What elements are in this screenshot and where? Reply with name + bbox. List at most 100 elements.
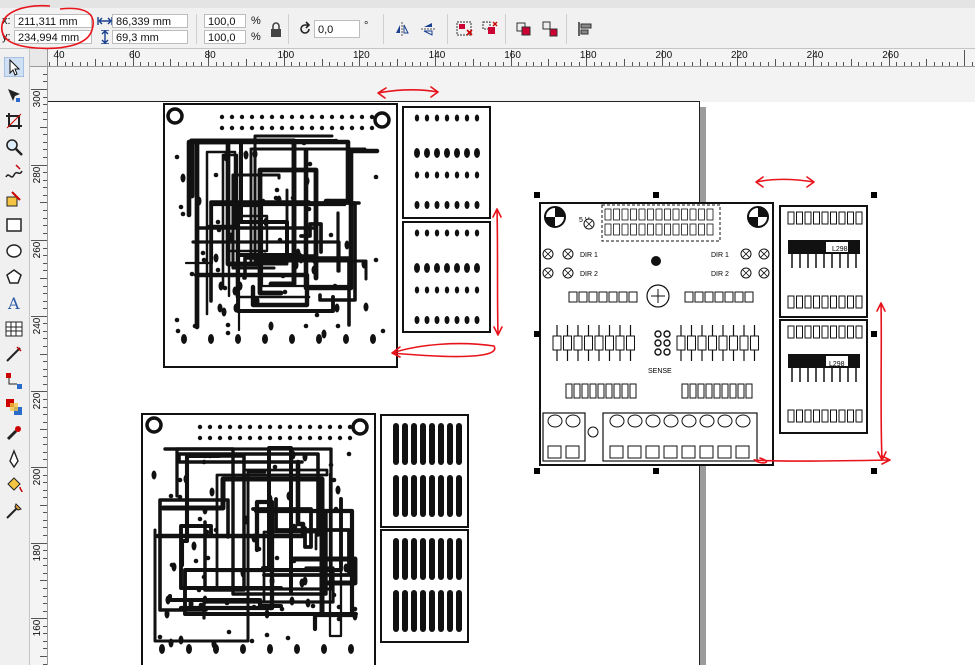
ungroup-icon[interactable] [482,21,498,37]
shape-tool-icon[interactable] [4,85,24,105]
ruler-tick [820,62,822,66]
ruler-tick [487,62,489,66]
dimension-tool-icon[interactable] [4,345,24,365]
scale-height-field[interactable]: 100,0 [204,30,246,44]
zoom-tool-icon[interactable] [4,137,24,157]
pad [249,125,255,131]
ruler-label: 300 [31,90,43,108]
align-distribute-icon[interactable] [577,21,593,37]
rotation-field[interactable]: 0,0 [314,20,360,38]
pad [268,321,274,331]
ruler-tick [261,62,263,66]
pad [474,286,480,294]
pad [191,541,197,551]
pad [213,172,219,178]
diode [563,335,572,351]
polygon-tool-icon[interactable] [4,267,24,287]
pad [302,452,308,462]
pin-header [813,211,820,225]
ruler-tick [43,285,47,287]
table-tool-icon[interactable] [4,319,24,339]
ellipse-tool-icon[interactable] [4,241,24,261]
separator-5 [505,14,506,44]
mirror-vertical-icon[interactable] [420,21,436,37]
outline-pen-icon[interactable] [4,449,24,469]
drawing-canvas[interactable]: 5 V DIR 1 DIR 2 DIR 1 DIR 2 SENSE L298 L… [48,67,975,665]
freehand-tool-icon[interactable] [4,163,24,183]
pad [237,281,243,291]
pad [328,462,334,468]
pad [181,334,187,344]
pcb-module-top-2[interactable] [402,221,491,333]
pad [277,237,283,243]
eyedropper-icon[interactable] [4,423,24,443]
blend-tool-icon[interactable] [4,397,24,417]
mirror-horizontal-icon[interactable] [394,21,410,37]
combine-icon[interactable] [516,21,532,37]
pcb-artwork: 5 V DIR 1 DIR 2 DIR 1 DIR 2 SENSE L298 L… [141,86,891,665]
pad [343,334,349,344]
interactive-fill-icon[interactable] [4,501,24,521]
pcb-board-bottom-left[interactable] [141,413,376,665]
percent-label-2: % [251,31,261,43]
pad [151,470,157,480]
pcb-module-bottom-2[interactable] [380,529,469,643]
width-icon [97,14,113,30]
pcb-silkscreen-board[interactable]: 5 V DIR 1 DIR 2 DIR 1 DIR 2 SENSE [539,202,774,466]
ic-pin [705,383,713,399]
fill-tool-icon[interactable] [4,475,24,495]
height-field[interactable]: 69,3 mm [112,30,188,44]
connector-tool-icon[interactable] [4,371,24,391]
diode [615,335,625,351]
pick-tool-icon[interactable] [3,56,25,78]
pad [263,217,269,227]
pad [219,125,225,131]
pcb-module-bottom-1[interactable] [380,414,469,528]
ruler-origin[interactable] [30,49,48,67]
pad [299,125,305,131]
ruler-tick [646,62,648,66]
group-icon[interactable] [456,21,473,37]
pad [274,187,280,193]
pin-header [787,295,795,309]
smart-fill-icon[interactable] [4,189,24,209]
break-apart-icon[interactable] [542,21,558,37]
ruler-tick [40,656,47,657]
x-label: x: [2,15,11,27]
terminal-pad [609,445,624,459]
x-position-field[interactable]: 211,311 mm [14,14,92,28]
pad [444,171,450,179]
sense-pin [663,339,671,347]
degree-label: ° [364,20,369,32]
rectangle-tool-icon[interactable] [4,215,24,235]
y-position-field[interactable]: 234,994 mm [14,30,92,44]
l298-module-bottom[interactable]: L298 [779,319,868,434]
pad [310,603,316,609]
ruler-tick [336,62,338,66]
pad [414,148,420,158]
width-field[interactable]: 86,339 mm [112,14,188,28]
pad-strip [420,423,426,465]
pad-strip [447,423,453,465]
diode [676,335,686,351]
ruler-tick [43,157,47,159]
resistor [568,291,578,303]
vertical-ruler[interactable]: 300 280 260 240 220 200 180 160 [30,66,48,665]
pad [256,546,262,552]
pad-strip [402,423,408,465]
pcb-board-top-left[interactable] [163,103,398,368]
ruler-tick [752,62,754,66]
pad [232,286,238,296]
pad [235,261,241,271]
pcb-module-top-1[interactable] [402,106,491,219]
horizontal-ruler[interactable]: 40 60 80 100 120 140 160 180 200 220 240 260 [30,49,975,67]
scale-width-field[interactable]: 100,0 [204,14,246,28]
crop-tool-icon[interactable] [4,111,24,131]
pad [335,323,341,329]
text-tool-icon[interactable]: A [4,293,24,313]
pad [262,334,268,344]
lock-ratio-icon[interactable] [268,22,284,38]
l298-module-top[interactable]: L298 [779,205,868,318]
pad [331,592,337,598]
pin-header [787,409,795,423]
